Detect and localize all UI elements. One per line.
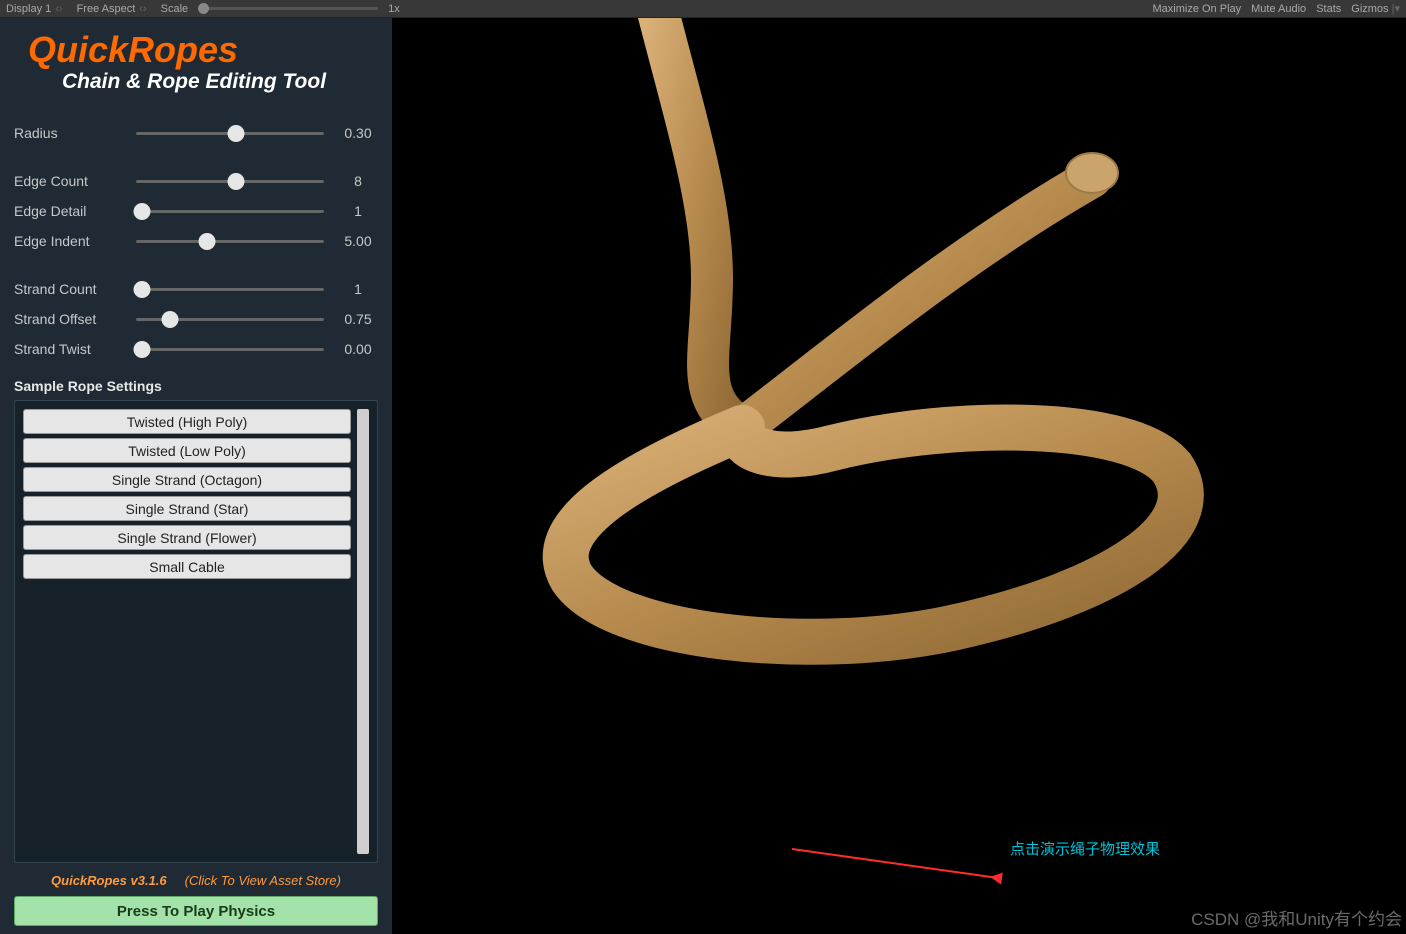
display-label: Display 1 (6, 3, 51, 15)
maximize-on-play-toggle[interactable]: Maximize On Play (1153, 3, 1242, 15)
preset-single-octagon[interactable]: Single Strand (Octagon) (23, 467, 351, 492)
preset-scrollbar[interactable] (357, 409, 369, 854)
strand-count-row: Strand Count 1 (14, 274, 378, 304)
strand-twist-label: Strand Twist (14, 341, 136, 357)
strand-count-value: 1 (338, 281, 378, 297)
aspect-dropdown[interactable]: Free Aspect ‹› (77, 3, 147, 15)
game-viewport[interactable]: 点击演示绳子物理效果 CSDN @我和Unity有个约会 (392, 18, 1406, 934)
scale-slider[interactable] (198, 7, 378, 10)
preset-single-flower[interactable]: Single Strand (Flower) (23, 525, 351, 550)
radius-value: 0.30 (338, 125, 378, 141)
edge-count-label: Edge Count (14, 173, 136, 189)
strand-count-slider[interactable] (136, 288, 324, 291)
edge-count-row: Edge Count 8 (14, 166, 378, 196)
preset-box: Twisted (High Poly) Twisted (Low Poly) S… (14, 400, 378, 863)
brand-title: QuickRopes (28, 32, 378, 68)
radius-label: Radius (14, 125, 136, 141)
preset-single-star[interactable]: Single Strand (Star) (23, 496, 351, 521)
gizmos-label: Gizmos (1351, 3, 1388, 15)
radius-row: Radius 0.30 (14, 118, 378, 148)
asset-store-link[interactable]: (Click To View Asset Store) (185, 873, 341, 888)
radius-slider[interactable] (136, 132, 324, 135)
strand-offset-slider[interactable] (136, 318, 324, 321)
edge-detail-value: 1 (338, 203, 378, 219)
gizmos-dropdown[interactable]: Gizmos |▾ (1351, 2, 1400, 15)
edge-indent-label: Edge Indent (14, 233, 136, 249)
strand-twist-value: 0.00 (338, 341, 378, 357)
stats-toggle[interactable]: Stats (1316, 3, 1341, 15)
version-label: QuickRopes v3.1.6 (51, 873, 167, 888)
edge-indent-row: Edge Indent 5.00 (14, 226, 378, 256)
brand-subtitle: Chain & Rope Editing Tool (62, 70, 378, 94)
edge-detail-row: Edge Detail 1 (14, 196, 378, 226)
edge-indent-value: 5.00 (338, 233, 378, 249)
strand-twist-slider[interactable] (136, 348, 324, 351)
rope-render (392, 18, 1406, 934)
edge-count-slider[interactable] (136, 180, 324, 183)
edge-detail-slider[interactable] (136, 210, 324, 213)
csdn-watermark: CSDN @我和Unity有个约会 (1191, 905, 1402, 930)
quickropes-panel: QuickRopes Chain & Rope Editing Tool Rad… (0, 18, 392, 934)
preset-twisted-high[interactable]: Twisted (High Poly) (23, 409, 351, 434)
chevron-down-icon: |▾ (1392, 3, 1400, 15)
sample-settings-header: Sample Rope Settings (14, 378, 378, 394)
strand-offset-value: 0.75 (338, 311, 378, 327)
strand-offset-label: Strand Offset (14, 311, 136, 327)
strand-twist-row: Strand Twist 0.00 (14, 334, 378, 364)
edge-count-value: 8 (338, 173, 378, 189)
annotation-text: 点击演示绳子物理效果 (1010, 838, 1160, 859)
mute-audio-toggle[interactable]: Mute Audio (1251, 3, 1306, 15)
strand-count-label: Strand Count (14, 281, 136, 297)
play-physics-button[interactable]: Press To Play Physics (14, 896, 378, 926)
display-dropdown[interactable]: Display 1 ‹› (6, 3, 63, 15)
edge-detail-label: Edge Detail (14, 203, 136, 219)
preset-small-cable[interactable]: Small Cable (23, 554, 351, 579)
chevron-down-icon: ‹› (55, 3, 62, 15)
preset-twisted-low[interactable]: Twisted (Low Poly) (23, 438, 351, 463)
aspect-label: Free Aspect (77, 3, 136, 15)
scale-value: 1x (388, 3, 400, 15)
scale-label: Scale (161, 3, 189, 15)
edge-indent-slider[interactable] (136, 240, 324, 243)
chevron-down-icon: ‹› (139, 3, 146, 15)
game-view-toolbar: Display 1 ‹› Free Aspect ‹› Scale 1x Max… (0, 0, 1406, 18)
scale-control: Scale 1x (161, 3, 400, 15)
strand-offset-row: Strand Offset 0.75 (14, 304, 378, 334)
